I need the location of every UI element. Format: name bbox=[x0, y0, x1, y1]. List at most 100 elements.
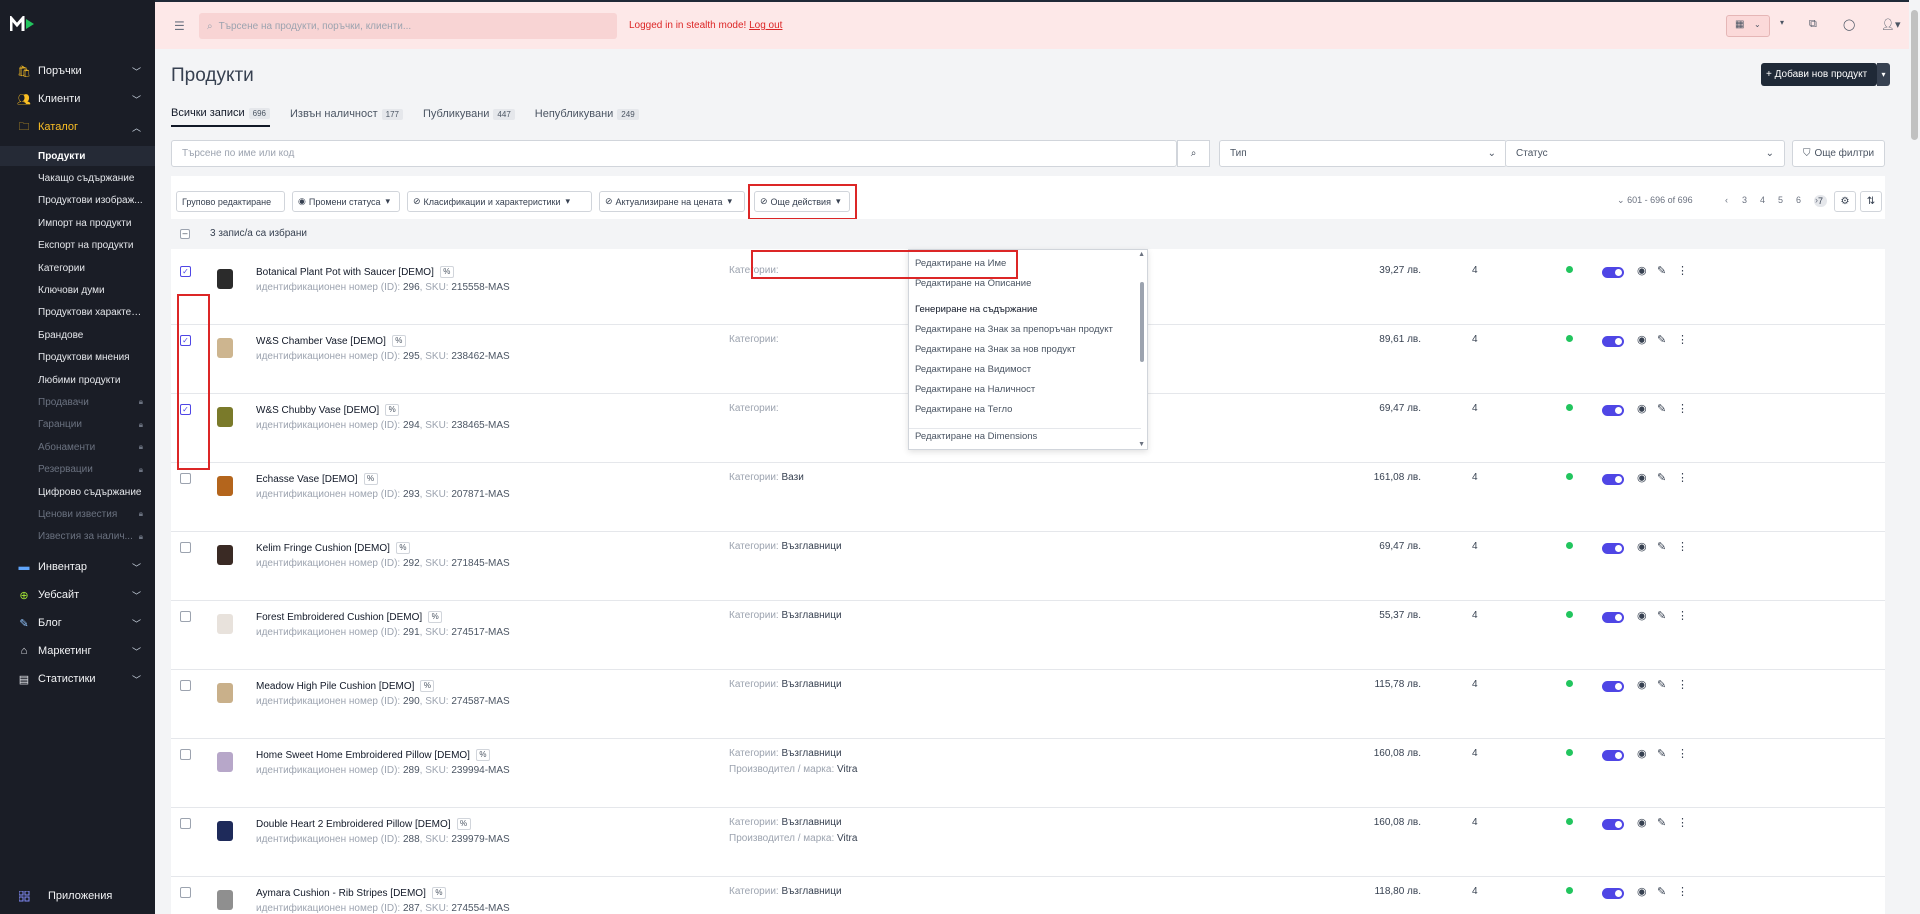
more-vertical-icon[interactable]: ⋮ bbox=[1677, 678, 1688, 691]
edit-icon[interactable]: ✎ bbox=[1657, 678, 1666, 691]
sidebar-subitem[interactable]: Продавачи 🔒︎ bbox=[0, 392, 155, 412]
view-icon[interactable]: ◉ bbox=[1637, 885, 1647, 898]
sidebar-subitem[interactable]: Продукти bbox=[0, 146, 155, 166]
product-name[interactable]: Botanical Plant Pot with Saucer [DEMO]% bbox=[256, 266, 454, 278]
edit-icon[interactable]: ✎ bbox=[1657, 471, 1666, 484]
row-checkbox[interactable] bbox=[180, 542, 191, 553]
product-name[interactable]: Forest Embroidered Cushion [DEMO]% bbox=[256, 611, 443, 623]
sidebar-item-apps[interactable]: Приложения bbox=[0, 884, 155, 908]
publish-toggle[interactable] bbox=[1602, 267, 1624, 278]
publish-toggle[interactable] bbox=[1602, 336, 1624, 347]
view-icon[interactable]: ◉ bbox=[1637, 264, 1647, 277]
sidebar-item-blog[interactable]: ✎ Блог ﹀ bbox=[0, 611, 155, 635]
caret-down-icon[interactable]: ▾ bbox=[1780, 18, 1784, 27]
bulk-edit-button[interactable]: Групово редактиране bbox=[176, 191, 285, 212]
edit-icon[interactable]: ✎ bbox=[1657, 333, 1666, 346]
dropdown-item[interactable]: Редактиране на Знак за препоръчан продук… bbox=[915, 324, 1113, 335]
publish-toggle[interactable] bbox=[1602, 681, 1624, 692]
dropdown-item[interactable]: Редактиране на Знак за нов продукт bbox=[915, 344, 1076, 355]
product-name[interactable]: Double Heart 2 Embroidered Pillow [DEMO]… bbox=[256, 818, 471, 830]
table-row[interactable]: Double Heart 2 Embroidered Pillow [DEMO]… bbox=[171, 808, 1885, 877]
publish-toggle[interactable] bbox=[1602, 819, 1624, 830]
sidebar-item-tag[interactable]: ⌂ Маркетинг ﹀ bbox=[0, 639, 155, 663]
row-checkbox[interactable]: ✓ bbox=[180, 266, 191, 277]
percent-icon[interactable]: % bbox=[395, 542, 410, 554]
publish-toggle[interactable] bbox=[1602, 405, 1624, 416]
edit-icon[interactable]: ✎ bbox=[1657, 402, 1666, 415]
prev-page-icon[interactable]: ‹ bbox=[1725, 195, 1728, 205]
more-vertical-icon[interactable]: ⋮ bbox=[1677, 264, 1688, 277]
more-vertical-icon[interactable]: ⋮ bbox=[1677, 333, 1688, 346]
view-icon[interactable]: ◉ bbox=[1637, 816, 1647, 829]
sidebar-item-inventory[interactable]: ▬ Инвентар ﹀ bbox=[0, 555, 155, 579]
edit-icon[interactable]: ✎ bbox=[1657, 609, 1666, 622]
change-status-button[interactable]: ◉ Промени статуса ▾ bbox=[292, 191, 400, 212]
sidebar-item-folder[interactable]: 🗀 Каталог ︿ bbox=[0, 115, 155, 139]
more-vertical-icon[interactable]: ⋮ bbox=[1677, 609, 1688, 622]
sidebar-subitem[interactable]: Категории bbox=[0, 258, 155, 278]
edit-icon[interactable]: ✎ bbox=[1657, 885, 1666, 898]
product-name[interactable]: Kelim Fringe Cushion [DEMO]% bbox=[256, 542, 410, 554]
more-vertical-icon[interactable]: ⋮ bbox=[1677, 540, 1688, 553]
dropdown-item[interactable]: Редактиране на Описание bbox=[915, 278, 1031, 289]
search-button[interactable]: ⌕ bbox=[1177, 140, 1210, 167]
product-thumbnail[interactable] bbox=[210, 539, 240, 571]
percent-icon[interactable]: % bbox=[391, 335, 406, 347]
product-thumbnail[interactable] bbox=[210, 332, 240, 364]
row-checkbox[interactable] bbox=[180, 818, 191, 829]
page-link[interactable]: 6 bbox=[1796, 195, 1801, 205]
sidebar-item-website[interactable]: ⊕ Уебсайт ﹀ bbox=[0, 583, 155, 607]
scroll-down-icon[interactable]: ▼ bbox=[1138, 441, 1145, 448]
product-thumbnail[interactable] bbox=[210, 470, 240, 502]
dropdown-scrollbar[interactable] bbox=[1140, 282, 1144, 362]
publish-toggle[interactable] bbox=[1602, 543, 1624, 554]
sort-button[interactable]: ⇅ bbox=[1860, 191, 1882, 212]
edit-icon[interactable]: ✎ bbox=[1657, 540, 1666, 553]
price-update-button[interactable]: ⊘ Актуализиране на цената ▾ bbox=[599, 191, 745, 212]
percent-icon[interactable]: % bbox=[428, 611, 443, 623]
status-select[interactable]: Статус ⌄ bbox=[1505, 140, 1785, 167]
sidebar-subitem[interactable]: Продуктови изображ... bbox=[0, 191, 155, 211]
tab-0[interactable]: Всички записи 696 bbox=[171, 107, 270, 127]
scroll-up-icon[interactable]: ▲ bbox=[1138, 251, 1145, 258]
publish-toggle[interactable] bbox=[1602, 612, 1624, 623]
product-thumbnail[interactable] bbox=[210, 746, 240, 778]
dropdown-item[interactable]: Редактиране на Dimensions bbox=[915, 431, 1037, 442]
row-checkbox[interactable] bbox=[180, 473, 191, 484]
sidebar-subitem[interactable]: Резервации 🔒︎ bbox=[0, 460, 155, 480]
product-name[interactable]: Echasse Vase [DEMO]% bbox=[256, 473, 378, 485]
product-thumbnail[interactable] bbox=[210, 815, 240, 847]
store-switcher[interactable]: ▦ ⌄ bbox=[1726, 15, 1770, 37]
dropdown-item[interactable]: Редактиране на Тегло bbox=[915, 404, 1012, 415]
product-name[interactable]: W&S Chamber Vase [DEMO]% bbox=[256, 335, 406, 347]
next-page-icon[interactable]: › bbox=[1815, 195, 1818, 205]
add-product-button[interactable]: + Добави нов продукт bbox=[1761, 63, 1877, 86]
dropdown-item[interactable]: Генериране на съдържание bbox=[915, 304, 1038, 315]
more-vertical-icon[interactable]: ⋮ bbox=[1677, 816, 1688, 829]
menu-toggle-icon[interactable]: ☰ bbox=[174, 19, 185, 33]
table-row[interactable]: Kelim Fringe Cushion [DEMO]% идентификаци… bbox=[171, 532, 1885, 601]
view-icon[interactable]: ◉ bbox=[1637, 471, 1647, 484]
view-icon[interactable]: ◉ bbox=[1637, 678, 1647, 691]
table-row[interactable]: Home Sweet Home Embroidered Pillow [DEMO… bbox=[171, 739, 1885, 808]
app-logo[interactable] bbox=[10, 16, 36, 32]
dropdown-item[interactable]: Редактиране на Видимост bbox=[915, 364, 1031, 375]
view-icon[interactable]: ◉ bbox=[1637, 402, 1647, 415]
more-vertical-icon[interactable]: ⋮ bbox=[1677, 885, 1688, 898]
table-row[interactable]: Forest Embroidered Cushion [DEMO]% иденти… bbox=[171, 601, 1885, 670]
pagination-range[interactable]: ⌄ 601 - 696 of 696 bbox=[1617, 195, 1693, 206]
page-link[interactable]: 3 bbox=[1742, 195, 1747, 205]
tab-3[interactable]: Непубликувани 249 bbox=[535, 107, 639, 127]
more-vertical-icon[interactable]: ⋮ bbox=[1677, 747, 1688, 760]
product-thumbnail[interactable] bbox=[210, 677, 240, 709]
sidebar-subitem[interactable]: Брандове bbox=[0, 325, 155, 345]
sidebar-item-customers[interactable]: 👥︎ Клиенти ﹀ bbox=[0, 87, 155, 111]
view-icon[interactable]: ◉ bbox=[1637, 609, 1647, 622]
row-checkbox[interactable] bbox=[180, 887, 191, 898]
row-checkbox[interactable] bbox=[180, 749, 191, 760]
sidebar-subitem[interactable]: Цифрово съдържание bbox=[0, 482, 155, 502]
percent-icon[interactable]: % bbox=[475, 749, 490, 761]
sidebar-subitem[interactable]: Ценови известия 🔒︎ bbox=[0, 504, 155, 524]
product-thumbnail[interactable] bbox=[210, 263, 240, 295]
sidebar-subitem[interactable]: Чакащо съдържание bbox=[0, 168, 155, 188]
